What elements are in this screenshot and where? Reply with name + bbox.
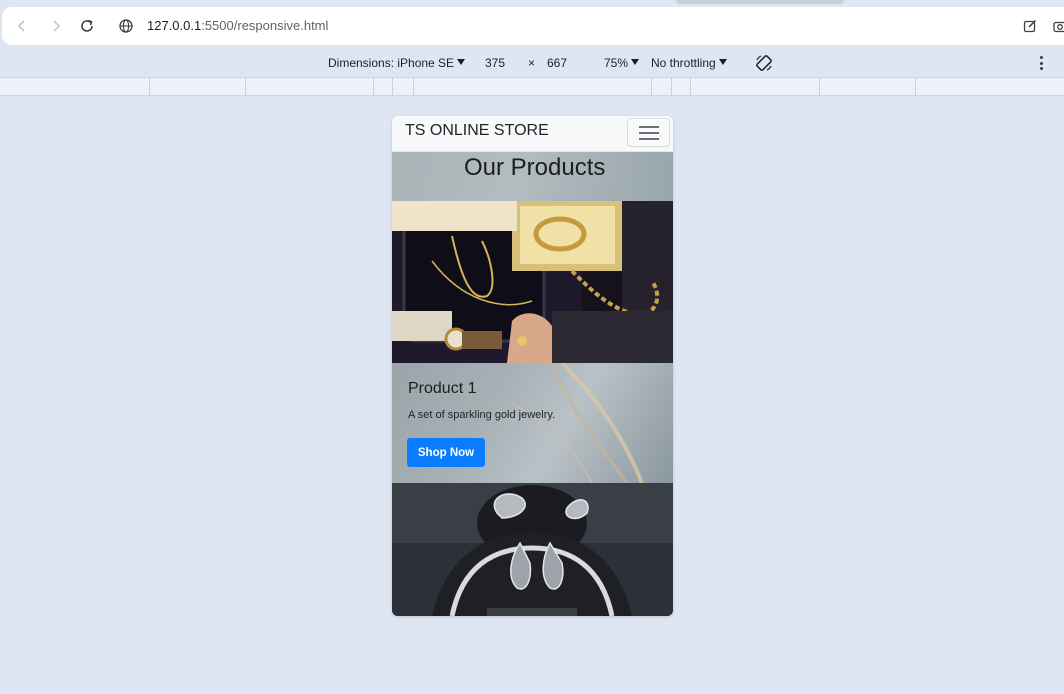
- screenshot-icon[interactable]: [1048, 14, 1064, 38]
- reload-icon[interactable]: [75, 14, 99, 38]
- hamburger-icon[interactable]: [627, 118, 670, 147]
- chevron-down-icon: [457, 59, 466, 65]
- ruler-tick: [671, 78, 672, 95]
- brand-logo[interactable]: TS ONLINE STORE: [405, 122, 549, 140]
- ruler-tick: [915, 78, 916, 95]
- address-bar: 127.0.0.1:5500/responsive.html: [2, 7, 1064, 45]
- throttling-select[interactable]: No throttling: [651, 56, 727, 70]
- rotate-icon[interactable]: [754, 53, 774, 76]
- ruler-tick: [413, 78, 414, 95]
- tab-hint: [676, 0, 844, 4]
- ruler-tick: [245, 78, 246, 95]
- device-viewport: TS ONLINE STORE Our Products Product 1 A…: [392, 116, 673, 616]
- ruler-tick: [392, 78, 393, 95]
- device-select[interactable]: Dimensions: iPhone SE: [328, 56, 466, 70]
- url-host: 127.0.0.1: [147, 18, 202, 33]
- media-query-ruler[interactable]: [0, 77, 1064, 96]
- products-header: Our Products: [392, 152, 673, 201]
- ruler-tick: [651, 78, 652, 95]
- product-card: Product 1 A set of sparkling gold jewelr…: [392, 363, 673, 483]
- shop-now-button[interactable]: Shop Now: [407, 438, 485, 467]
- product-title: Product 1: [408, 380, 477, 397]
- more-options-icon[interactable]: [1038, 56, 1044, 70]
- url-field[interactable]: 127.0.0.1:5500/responsive.html: [147, 18, 328, 33]
- page-title: Our Products: [464, 154, 606, 181]
- device-toolbar: Dimensions: iPhone SE 375 × 667 75% No t…: [0, 49, 1064, 77]
- width-input[interactable]: 375: [485, 56, 505, 70]
- site-navbar: TS ONLINE STORE: [392, 116, 673, 152]
- ruler-tick: [819, 78, 820, 95]
- browser-top-strip: [0, 0, 1064, 7]
- height-input[interactable]: 667: [547, 56, 567, 70]
- product-description: A set of sparkling gold jewelry.: [408, 409, 556, 421]
- url-path: :5500/responsive.html: [201, 18, 329, 33]
- forward-icon[interactable]: [44, 14, 68, 38]
- silver-jewelry-image: [392, 483, 673, 616]
- zoom-select-label: 75%: [604, 56, 629, 70]
- zoom-select[interactable]: 75%: [604, 56, 640, 70]
- device-select-label: Dimensions: iPhone SE: [328, 56, 455, 70]
- ruler-tick: [149, 78, 150, 95]
- chevron-down-icon: [631, 59, 640, 65]
- chevron-down-icon: [718, 59, 727, 65]
- back-icon[interactable]: [10, 14, 34, 38]
- times-sign: ×: [528, 56, 536, 70]
- ruler-tick: [373, 78, 374, 95]
- gold-jewelry-image: [392, 201, 673, 363]
- site-info-icon[interactable]: [114, 14, 138, 38]
- throttling-select-label: No throttling: [651, 56, 716, 70]
- edit-icon[interactable]: [1018, 14, 1042, 38]
- ruler-tick: [690, 78, 691, 95]
